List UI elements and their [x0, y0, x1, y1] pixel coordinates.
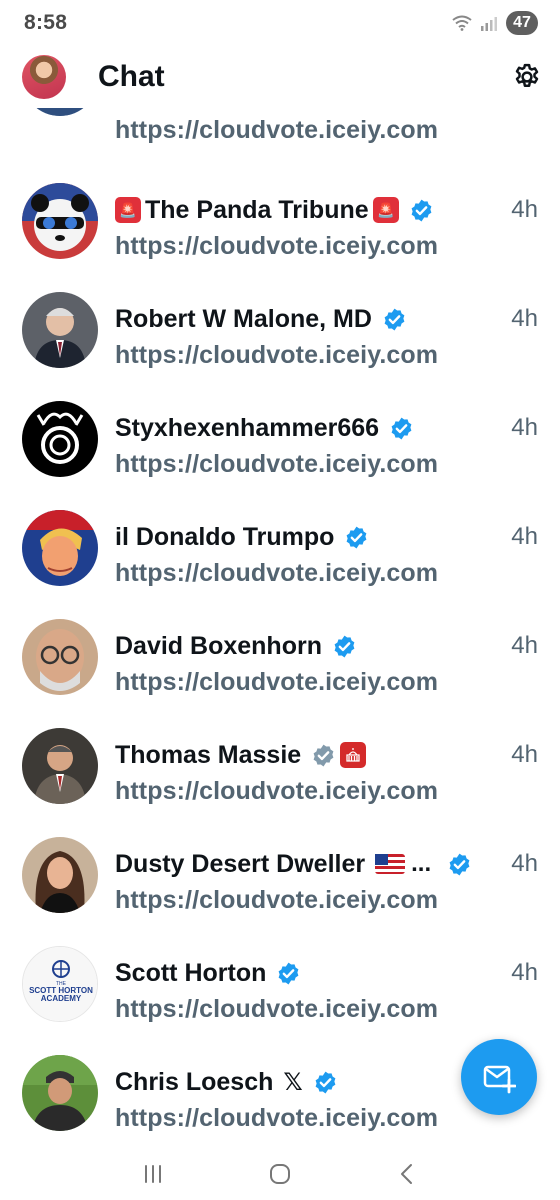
timestamp: 4h	[511, 196, 538, 223]
siren-emoji-icon: 🚨	[372, 197, 399, 223]
avatar	[22, 1055, 98, 1131]
name-container: 🚨 The Panda Tribune 🚨	[115, 196, 503, 225]
verified-badge-icon	[391, 417, 412, 439]
verified-badge-icon	[278, 962, 299, 984]
contact-name: The Panda Tribune	[145, 195, 369, 224]
timestamp: 4h	[511, 850, 538, 877]
verified-badge-icon	[315, 1071, 336, 1093]
new-message-button[interactable]	[461, 1039, 537, 1115]
avatar	[22, 837, 98, 913]
timestamp: 4h	[511, 741, 538, 768]
chat-item[interactable]: https://cloudvote.iceiy.com	[0, 108, 560, 144]
timestamp: 4h	[511, 959, 538, 986]
message-preview: https://cloudvote.iceiy.com	[115, 777, 439, 805]
contact-name: Dusty Desert Dweller	[115, 849, 366, 878]
name-container: Thomas Massie	[115, 741, 503, 770]
recent-apps-icon[interactable]	[140, 1161, 166, 1187]
name-row: Styxhexenhammer666 4h	[115, 411, 538, 445]
status-time: 8:58	[24, 11, 68, 34]
chat-item[interactable]: Styxhexenhammer666 4h https://cloudvote.…	[0, 397, 560, 506]
name-container: Robert W Malone, MD	[115, 305, 503, 334]
message-preview: https://cloudvote.iceiy.com	[115, 232, 439, 260]
status-bar: 8:58 47	[0, 0, 560, 46]
truncation-ellipsis: ...	[411, 850, 432, 877]
verified-badge-icon	[449, 853, 470, 875]
message-preview: https://cloudvote.iceiy.com	[115, 668, 439, 696]
verified-badge-icon	[411, 199, 432, 221]
home-icon[interactable]	[267, 1161, 293, 1187]
name-container: Scott Horton	[115, 959, 503, 988]
chat-item[interactable]: David Boxenhorn 4h https://cloudvote.ice…	[0, 615, 560, 724]
battery-indicator: 47	[506, 11, 538, 35]
avatar	[22, 401, 98, 477]
chat-list: https://cloudvote.iceiy.com 🚨 The Panda …	[0, 108, 560, 1148]
name-row: Robert W Malone, MD 4h	[115, 302, 538, 336]
name-container: David Boxenhorn	[115, 632, 503, 661]
name-container: Dusty Desert Dweller ...	[115, 850, 503, 879]
verified-badge-icon	[384, 308, 405, 330]
message-preview: https://cloudvote.iceiy.com	[115, 886, 439, 914]
contact-name: Thomas Massie	[115, 740, 302, 769]
new-message-icon	[483, 1065, 516, 1094]
message-preview: https://cloudvote.iceiy.com	[115, 116, 439, 144]
avatar	[22, 619, 98, 695]
avatar	[22, 510, 98, 586]
signal-icon	[481, 16, 497, 31]
verified-badge-icon	[334, 635, 355, 657]
name-container: il Donaldo Trumpo	[115, 523, 503, 552]
timestamp: 4h	[511, 414, 538, 441]
page-title: Chat	[98, 60, 165, 93]
chat-item[interactable]: THE SCOTT HORTON ACADEMY Scott Horton 4h…	[0, 942, 560, 1051]
contact-name: Chris Loesch	[115, 1067, 274, 1096]
message-preview: https://cloudvote.iceiy.com	[115, 559, 439, 587]
academy-logo-line3: ACADEMY	[41, 994, 82, 1003]
avatar	[22, 292, 98, 368]
contact-name: David Boxenhorn	[115, 631, 322, 660]
name-container: Styxhexenhammer666	[115, 414, 503, 443]
message-preview: https://cloudvote.iceiy.com	[115, 341, 439, 369]
name-row: David Boxenhorn 4h	[115, 629, 538, 663]
system-nav-bar	[0, 1148, 560, 1200]
timestamp: 4h	[511, 632, 538, 659]
header: Chat	[0, 46, 560, 108]
name-row: 🚨 The Panda Tribune 🚨 4h	[115, 193, 538, 227]
timestamp: 4h	[511, 523, 538, 550]
chat-item[interactable]: il Donaldo Trumpo 4h https://cloudvote.i…	[0, 506, 560, 615]
chat-item[interactable]: Dusty Desert Dweller ... 4h https://clou…	[0, 833, 560, 942]
contact-name: il Donaldo Trumpo	[115, 522, 335, 551]
siren-emoji-icon: 🚨	[115, 197, 141, 223]
message-preview: https://cloudvote.iceiy.com	[115, 1104, 439, 1132]
wifi-icon	[452, 15, 472, 31]
chat-item[interactable]: 🚨 The Panda Tribune 🚨 4h https://cloudvo…	[0, 179, 560, 288]
chat-item[interactable]: Thomas Massie 4h https://cloudvote.iceiy…	[0, 724, 560, 833]
message-preview: https://cloudvote.iceiy.com	[115, 995, 439, 1023]
chat-screen: 8:58 47 Chat https://cloudvote.iceiy.com…	[0, 0, 560, 1200]
name-row: il Donaldo Trumpo 4h	[115, 520, 538, 554]
us-flag-icon	[375, 854, 406, 874]
avatar	[22, 108, 98, 116]
avatar	[22, 183, 98, 259]
contact-name: Scott Horton	[115, 958, 267, 987]
status-icons: 47	[452, 11, 538, 35]
name-row: Scott Horton 4h	[115, 956, 538, 990]
avatar: THE SCOTT HORTON ACADEMY	[22, 946, 98, 1022]
back-icon[interactable]	[394, 1161, 420, 1187]
name-row: Thomas Massie 4h	[115, 738, 538, 772]
profile-avatar[interactable]	[22, 55, 66, 99]
gray-verified-badge-icon	[313, 744, 334, 766]
contact-name: Styxhexenhammer666	[115, 413, 380, 442]
x-logo-icon: 𝕏	[283, 1068, 303, 1096]
gear-icon[interactable]	[512, 62, 542, 92]
chat-item[interactable]: Robert W Malone, MD 4h https://cloudvote…	[0, 288, 560, 397]
message-preview: https://cloudvote.iceiy.com	[115, 450, 439, 478]
capitol-badge-icon	[340, 742, 367, 768]
name-row: Dusty Desert Dweller ... 4h	[115, 847, 538, 881]
timestamp: 4h	[511, 305, 538, 332]
contact-name: Robert W Malone, MD	[115, 304, 372, 333]
verified-badge-icon	[347, 526, 367, 548]
avatar	[22, 728, 98, 804]
